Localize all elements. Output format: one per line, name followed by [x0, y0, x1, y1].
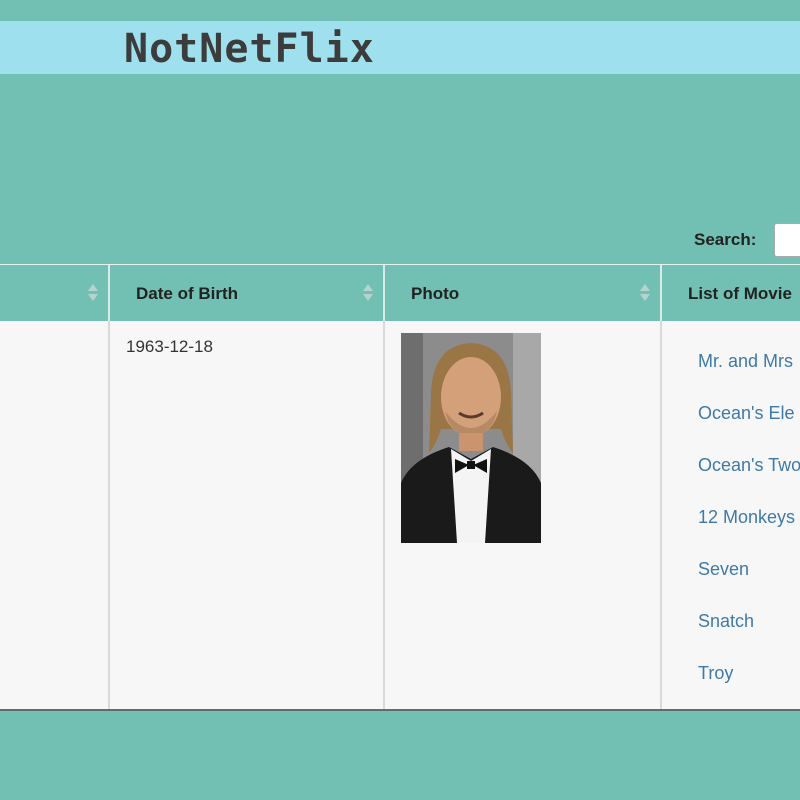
list-item: Troy	[698, 663, 800, 709]
actor-portrait-image	[401, 333, 541, 543]
movie-link[interactable]: Mr. and Mrs	[698, 351, 793, 371]
list-item: Mr. and Mrs	[698, 351, 800, 403]
actors-table: Date of Birth Photo List of Movie 1963-1…	[0, 264, 800, 711]
sort-icon	[363, 284, 373, 302]
column-header-date-of-birth[interactable]: Date of Birth	[110, 265, 385, 321]
list-item: Seven	[698, 559, 800, 611]
search-input[interactable]	[774, 223, 800, 257]
column-label: Photo	[411, 284, 460, 303]
column-header-photo[interactable]: Photo	[385, 265, 662, 321]
actor-photo	[401, 333, 541, 543]
sort-icon	[640, 284, 650, 302]
list-item: 12 Monkeys	[698, 507, 800, 559]
cell-name	[0, 321, 110, 709]
cell-list-of-movies: Mr. and Mrs Ocean's Ele Ocean's Two 12 M…	[662, 321, 800, 709]
movie-list: Mr. and Mrs Ocean's Ele Ocean's Two 12 M…	[698, 351, 800, 709]
list-item: Ocean's Two	[698, 455, 800, 507]
search-label: Search:	[694, 230, 757, 249]
movie-link[interactable]: Seven	[698, 559, 749, 579]
column-header-list-of-movies[interactable]: List of Movie	[662, 265, 800, 321]
column-header-name[interactable]	[0, 265, 110, 321]
table-row: 1963-12-18 Mr. and Mrs Ocean's Ele Ocean…	[0, 321, 800, 709]
brand-logo[interactable]: NotNetFlix	[124, 27, 375, 71]
sort-icon	[88, 284, 98, 302]
movie-link[interactable]: 12 Monkeys	[698, 507, 795, 527]
column-label: List of Movie	[688, 284, 792, 303]
date-of-birth-value: 1963-12-18	[126, 337, 213, 356]
movie-link[interactable]: Ocean's Two	[698, 455, 800, 475]
header-banner: NotNetFlix	[0, 21, 800, 74]
movie-link[interactable]: Troy	[698, 663, 733, 683]
cell-date-of-birth: 1963-12-18	[110, 321, 385, 709]
movie-link[interactable]: Ocean's Ele	[698, 403, 795, 423]
list-item: Ocean's Ele	[698, 403, 800, 455]
table-header: Date of Birth Photo List of Movie	[0, 264, 800, 322]
column-label: Date of Birth	[136, 284, 238, 303]
movie-link[interactable]: Snatch	[698, 611, 754, 631]
list-item: Snatch	[698, 611, 800, 663]
cell-photo	[385, 321, 662, 709]
